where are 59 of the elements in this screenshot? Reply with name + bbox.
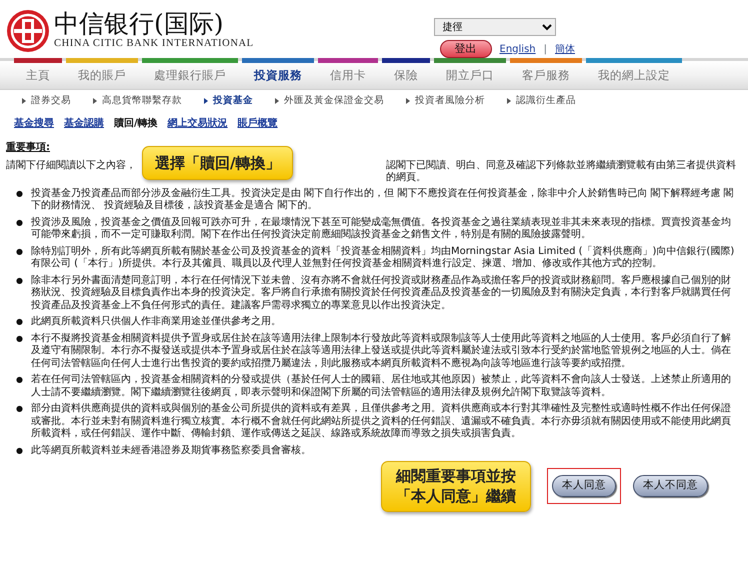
sub-nav-link[interactable]: 證券交易 — [31, 94, 71, 108]
nav-tab[interactable]: 我的賬戶 — [66, 63, 138, 90]
bullet-mark: ● — [16, 403, 23, 415]
nav-tab[interactable]: 我的網上設定 — [586, 63, 682, 90]
bullet-mark: ● — [16, 188, 23, 200]
language-link[interactable]: 簡体 — [555, 42, 575, 56]
sub-nav-link[interactable]: 投資者風險分析 — [415, 94, 485, 108]
agree-button[interactable]: 本人同意 — [552, 475, 616, 498]
intro-text: 請閣下仔細閱讀以下之內容， — [6, 160, 136, 172]
bullet-mark: ● — [16, 374, 23, 386]
language-link[interactable]: English — [500, 42, 536, 56]
fund-tab[interactable]: 基金搜尋 — [14, 116, 54, 130]
sub-nav-link[interactable]: 認識衍生產品 — [516, 94, 576, 108]
logo-icon — [6, 9, 50, 53]
notice-item: 投資基金乃投資產品而部分涉及金融衍生工具。投資決定是由 閣下自行作出的，但 閣下不應投資在任何投資基金，除非中介人於銷售時已向 閣下解釋經考慮 閣下的財務情況、 投資經驗及目標後，該投資基金是適合 閣下的。 — [30, 188, 735, 212]
bullet-mark: ● — [16, 332, 23, 344]
notice-item: 若在任何司法管轄區內，投資基金相關資料的分發或提供（基於任何人士的國籍、居住地或其他原因）被禁止，此等資料不會向該人士發送。上述禁止所適用的人士請不要繼續瀏覽。閣下繼續瀏覽往後網頁，即表示聲明和保證閣下所屬的司法管轄區的適用法律及規例允許閣下取覽該等資料。 — [30, 374, 732, 399]
sub-nav-link[interactable]: 外匯及黃金保證金交易 — [284, 94, 384, 108]
nav-tab[interactable]: 客戶服務 — [510, 63, 582, 90]
notice-item: 部分由資料供應商提供的資料或與個別的基金公司所提供的資料或有差異，且僅供參考之用。資料供應商或本行對其準確性及完整性或適時性概不作出任何保證或審批。本行並未對有關資料進行獨立核實。本行概不會就任何此網站所提供之資料的任何錯誤、遺漏或不確負責。本行亦毋須就有關因使用或不能使用此網頁所載資料，或任何錯誤、運作中斷、傳輸封鎖、運作或傳送之延誤、線路或系統故障而導致之損失或損害負責。 — [30, 403, 732, 440]
sub-nav-link[interactable]: 高息貨幣聯繫存款 — [102, 94, 182, 108]
bullet-mark: ● — [16, 246, 23, 258]
notice-item: 此網頁所載資料只供個人作非商業用途並僅供參考之用。 — [30, 316, 281, 328]
fund-tab[interactable]: 贖回/轉換 — [114, 116, 158, 130]
nav-tab[interactable]: 主頁 — [14, 63, 62, 90]
fund-tab[interactable]: 網上交易狀況 — [168, 116, 228, 130]
disagree-button[interactable]: 本人不同意 — [633, 475, 708, 498]
nav-tab[interactable]: 信用卡 — [318, 63, 378, 90]
notice-item: 除非本行另外書面清楚同意訂明，本行在任何情況下並未曾、沒有亦將不會就任何投資或財務產品作為或擔任客戶的投資或財務顧問。客戶應根據自己個別的財務狀況、投資經驗及目標負責作出本身的投資決定。客戶將自行承擔有關投資於任何投資產品及投資基金的一切風險及對有關決定負責，本行對客戶就購買任何投資產品及投資基金上不負任何形式的責任。建議客戶需尋求獨立的專業意見以作出投資決定。 — [30, 274, 732, 312]
separator: | — [544, 42, 547, 56]
nav-tab[interactable]: 保險 — [382, 63, 430, 90]
bullet-mark: ● — [16, 274, 23, 286]
triangle-icon — [22, 98, 26, 104]
triangle-icon — [93, 98, 97, 104]
bank-name-english: CHINA CITIC BANK INTERNATIONAL — [54, 36, 254, 51]
bullet-mark: ● — [16, 316, 23, 328]
callout: 細閱重要事項並按 「本人同意」繼續 — [381, 461, 531, 512]
notice-item: 此等網頁所載資料並未經香港證券及期貨事務監察委員會審核。 — [30, 444, 311, 457]
sub-nav-link[interactable]: 投資基金 — [213, 94, 253, 108]
bullet-mark: ● — [16, 216, 23, 228]
shortcut-select[interactable]: 捷徑 — [434, 18, 556, 36]
bullet-mark: ● — [16, 444, 23, 456]
logout-button[interactable]: 登出 — [440, 40, 492, 58]
triangle-icon — [406, 98, 410, 104]
fund-tab[interactable]: 基金認購 — [64, 116, 104, 130]
nav-tab[interactable]: 處理銀行賬戶 — [142, 63, 238, 90]
nav-tab[interactable]: 開立戶口 — [434, 63, 506, 90]
bank-name: 中信银行(国际) — [54, 10, 225, 36]
notice-item: 除特別訂明外，所有此等網頁所載有關於基金公司及投資基金的資料「投資基金相關資料」均由Morningstar Asia Limited (「資料供應商」)向中信銀行(國際)有限公司 (「本行」)所提供。本行及其僱員、職員以及代理人並無對任何投資基金相關資料進行設定、揀選、增加、修改或作其他方式的控制。 — [30, 246, 736, 270]
triangle-icon — [275, 98, 279, 104]
nav-tab[interactable]: 投資服務 — [242, 63, 314, 90]
notice-title: 重要事項: — [6, 140, 51, 154]
fund-tab[interactable]: 賬戶概覽 — [238, 116, 278, 130]
notice-item: 本行不擬將投資基金相關資料提供予置身或居住於在該等適用法律上限制本行發放此等資料或限制該等人士使用此等資料之地區的人士使用。客戶必須自行了解及遵守有關限制。本行亦不擬發送或提供本予置身或居住於在該等適用法律上發送或提供此等資料屬於違法或引致本行受約於當地監管規例之地區的人士。倘在任何司法管轄區向任何人士進行出售投資的要約或招攬乃屬違法，則此服務或本網頁所載資料不應視為向該等地區進行該等要約或招攬。 — [30, 332, 732, 370]
intro-text: 認閣下已閱讀、明白、同意及確認下列條款並將繼續瀏覽載有由第三者提供資料的網頁。 — [386, 160, 737, 184]
callout: 選擇「贖回/轉換」 — [142, 146, 294, 180]
triangle-icon — [507, 98, 511, 104]
notice-item: 投資涉及風險，投資基金之價值及回報可跌亦可升，在最壞情況下甚至可能變成毫無價值。各投資基金之過往業績表現並非其未來表現的指標。買賣投資基金均可能帶來虧損，而不一定可賺取利潤。閣下在作出任何投資決定前應細閱該投資基金之銷售文件，特別是有關的風險披露聲明。 — [30, 216, 732, 242]
triangle-icon — [204, 98, 208, 104]
